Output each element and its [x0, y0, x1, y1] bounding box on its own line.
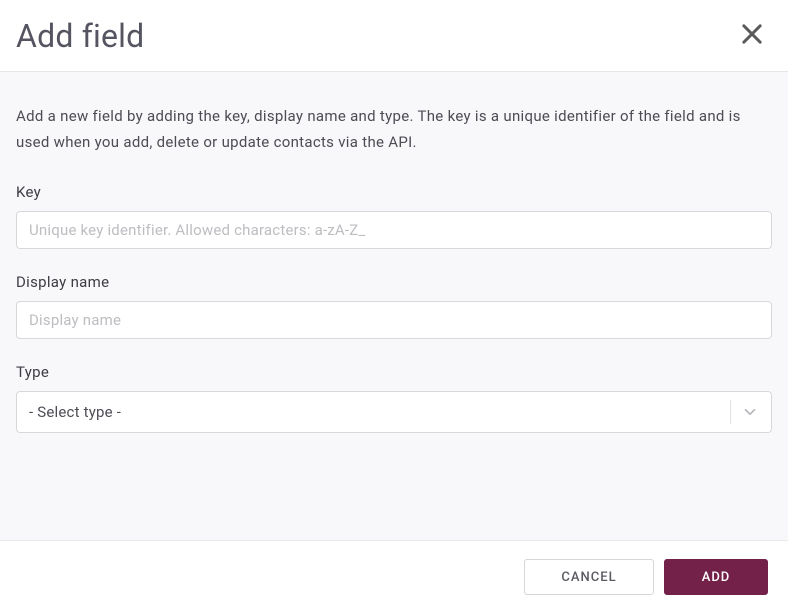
type-select-value: - Select type - — [29, 403, 121, 421]
form-group-display-name: Display name — [16, 273, 772, 339]
key-input[interactable] — [16, 211, 772, 249]
chevron-down-icon — [730, 400, 759, 424]
type-select[interactable]: - Select type - — [16, 391, 772, 433]
form-group-key: Key — [16, 183, 772, 249]
modal-header: Add field — [0, 0, 788, 72]
modal-footer: CANCEL ADD — [0, 540, 788, 613]
display-name-label: Display name — [16, 273, 772, 291]
type-label: Type — [16, 363, 772, 381]
form-group-type: Type - Select type - — [16, 363, 772, 433]
modal-body: Add a new field by adding the key, displ… — [0, 72, 788, 540]
add-button[interactable]: ADD — [664, 559, 768, 595]
display-name-input[interactable] — [16, 301, 772, 339]
description-text: Add a new field by adding the key, displ… — [16, 104, 772, 155]
cancel-button[interactable]: CANCEL — [524, 559, 654, 595]
key-label: Key — [16, 183, 772, 201]
close-button[interactable] — [734, 16, 770, 55]
close-icon — [738, 20, 766, 51]
modal-title: Add field — [16, 17, 144, 55]
